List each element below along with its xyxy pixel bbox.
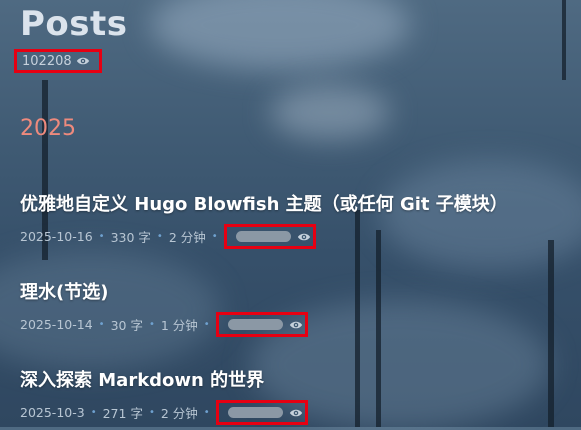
post-word-count: 271 字 (102, 406, 143, 421)
separator-dot: • (203, 407, 210, 418)
views-loading-placeholder (227, 407, 283, 418)
eye-icon (297, 233, 310, 240)
total-views-badge: 102208 (14, 49, 102, 73)
post-word-count: 30 字 (110, 318, 143, 333)
post-read-time: 1 分钟 (160, 318, 198, 333)
separator-dot: • (90, 407, 97, 418)
post-read-time: 2 分钟 (168, 230, 206, 245)
post-meta: 2025-10-14 • 30 字 • 1 分钟 • (20, 312, 308, 337)
post-word-count: 330 字 (110, 230, 151, 245)
separator-dot: • (211, 231, 218, 242)
post-item[interactable]: 理水(节选) 2025-10-14 • 30 字 • 1 分钟 • (20, 278, 308, 337)
post-date: 2025-10-14 (20, 317, 93, 332)
post-title-link[interactable]: 理水(节选) (20, 278, 308, 304)
post-date: 2025-10-16 (20, 229, 93, 244)
views-loading-placeholder (235, 231, 291, 242)
post-views-badge (215, 312, 308, 337)
post-views-badge (215, 400, 308, 425)
eye-icon (289, 409, 302, 416)
separator-dot: • (148, 407, 155, 418)
post-date: 2025-10-3 (20, 405, 85, 420)
post-item[interactable]: 优雅地自定义 Hugo Blowfish 主题（或任何 Git 子模块） 202… (20, 190, 508, 249)
separator-dot: • (148, 319, 155, 330)
post-read-time: 2 分钟 (160, 406, 198, 421)
separator-dot: • (203, 319, 210, 330)
eye-icon (289, 321, 302, 328)
year-heading: 2025 (20, 116, 76, 141)
separator-dot: • (98, 231, 105, 242)
separator-dot: • (156, 231, 163, 242)
views-loading-placeholder (227, 319, 283, 330)
post-meta: 2025-10-16 • 330 字 • 2 分钟 • (20, 224, 508, 249)
page-title: Posts (20, 4, 128, 44)
post-item[interactable]: 深入探索 Markdown 的世界 2025-10-3 • 271 字 • 2 … (20, 366, 308, 425)
post-meta: 2025-10-3 • 271 字 • 2 分钟 • (20, 400, 308, 425)
post-title-link[interactable]: 深入探索 Markdown 的世界 (20, 366, 308, 392)
total-views-count: 102208 (22, 53, 72, 69)
post-title-link[interactable]: 优雅地自定义 Hugo Blowfish 主题（或任何 Git 子模块） (20, 190, 508, 216)
eye-icon (76, 57, 89, 65)
separator-dot: • (98, 319, 105, 330)
post-views-badge (223, 224, 316, 249)
